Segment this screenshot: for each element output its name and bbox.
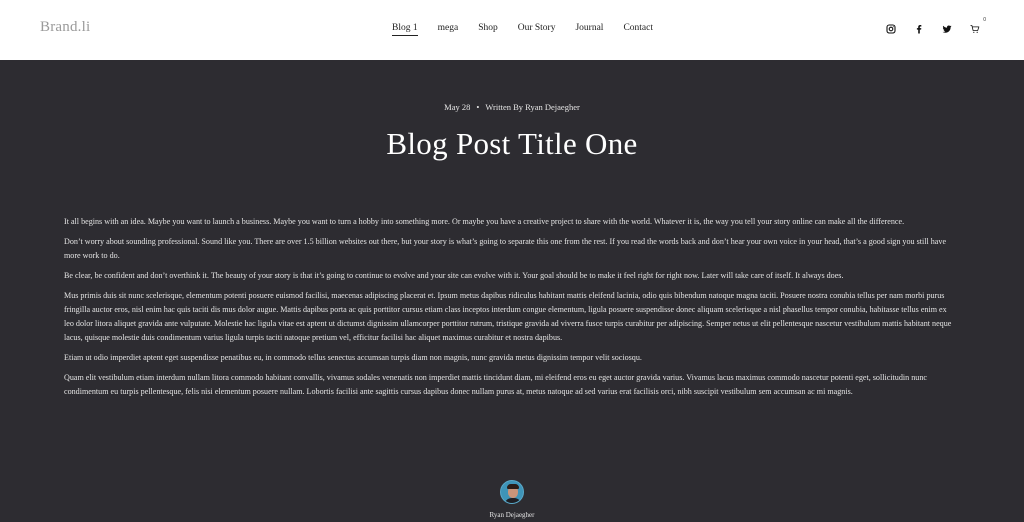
blog-post: May 28 • Written By Ryan Dejaegher Blog Po…	[0, 60, 1024, 522]
site-logo[interactable]: Brand.li	[40, 19, 90, 36]
cart-count-badge: 0	[983, 17, 986, 23]
nav-item-mega[interactable]: mega	[438, 23, 459, 36]
author-avatar[interactable]	[500, 480, 524, 504]
avatar-hair	[507, 484, 519, 489]
post-paragraph: Etiam ut odio imperdiet aptent eget susp…	[64, 353, 642, 362]
post-paragraph: Don’t worry about sounding professional.…	[64, 237, 947, 260]
post-body: It all begins with an idea. Maybe you wa…	[64, 215, 954, 405]
nav-item-contact[interactable]: Contact	[623, 23, 653, 36]
post-paragraph: Quam elit vestibulum etiam interdum null…	[64, 373, 927, 396]
social-icons: 0	[884, 17, 986, 35]
post-paragraph: Be clear, be confident and don’t overthi…	[64, 271, 844, 280]
cart-icon[interactable]: 0	[968, 17, 986, 35]
post-meta: May 28 • Written By Ryan Dejaegher	[0, 102, 1024, 112]
site-header: Brand.li Blog 1 mega Shop Our Story Jour…	[0, 0, 1024, 60]
nav-item-journal[interactable]: Journal	[575, 23, 603, 36]
nav-item-our-story[interactable]: Our Story	[518, 23, 556, 36]
post-paragraph: It all begins with an idea. Maybe you wa…	[64, 217, 905, 226]
nav-item-blog-1[interactable]: Blog 1	[392, 23, 418, 36]
author-block: Ryan Dejaegher	[0, 480, 1024, 519]
nav-item-shop[interactable]: Shop	[478, 23, 498, 36]
main-nav: Blog 1 mega Shop Our Story Journal Conta…	[392, 23, 673, 36]
facebook-icon[interactable]	[912, 22, 925, 35]
meta-separator: •	[476, 102, 480, 112]
avatar-shirt	[504, 498, 522, 503]
post-title: Blog Post Title One	[386, 126, 638, 161]
author-name[interactable]: Ryan Dejaegher	[0, 511, 1024, 519]
post-byline: Written By Ryan Dejaegher	[485, 102, 580, 112]
post-paragraph: Mus primis duis sit nunc scelerisque, el…	[64, 291, 952, 342]
twitter-icon[interactable]	[940, 22, 953, 35]
post-date[interactable]: May 28	[444, 102, 470, 112]
instagram-icon[interactable]	[884, 22, 897, 35]
